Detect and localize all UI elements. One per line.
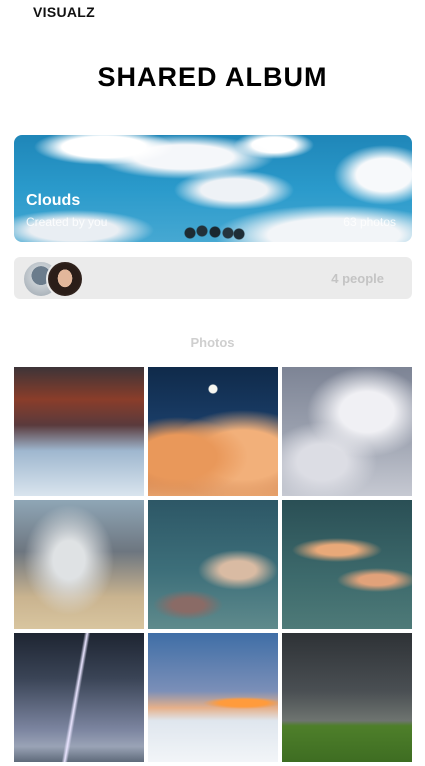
members-count: 4 people bbox=[331, 271, 384, 286]
photo-thumbnail[interactable] bbox=[148, 367, 278, 496]
album-cover-card[interactable]: Clouds Created by you 63 photos bbox=[14, 135, 412, 242]
album-photo-count: 63 photos bbox=[343, 215, 396, 229]
photos-section-label: Photos bbox=[190, 335, 235, 350]
photo-thumbnail[interactable] bbox=[148, 633, 278, 762]
photo-thumbnail[interactable] bbox=[282, 500, 412, 629]
album-name: Clouds bbox=[26, 192, 81, 209]
page-title: SHARED ALBUM bbox=[97, 62, 328, 92]
photo-thumbnail[interactable] bbox=[148, 500, 278, 629]
members-bar[interactable]: 4 people bbox=[14, 257, 412, 299]
photo-thumbnail[interactable] bbox=[282, 367, 412, 496]
brand-logo-text: VISUALZ bbox=[33, 4, 95, 20]
member-avatar bbox=[46, 260, 84, 298]
cover-image-people bbox=[182, 223, 246, 242]
photo-grid bbox=[14, 367, 412, 762]
photo-thumbnail[interactable] bbox=[14, 367, 144, 496]
photo-thumbnail[interactable] bbox=[14, 633, 144, 762]
album-creator: Created by you bbox=[26, 215, 108, 229]
photo-thumbnail[interactable] bbox=[14, 500, 144, 629]
photo-thumbnail[interactable] bbox=[282, 633, 412, 762]
